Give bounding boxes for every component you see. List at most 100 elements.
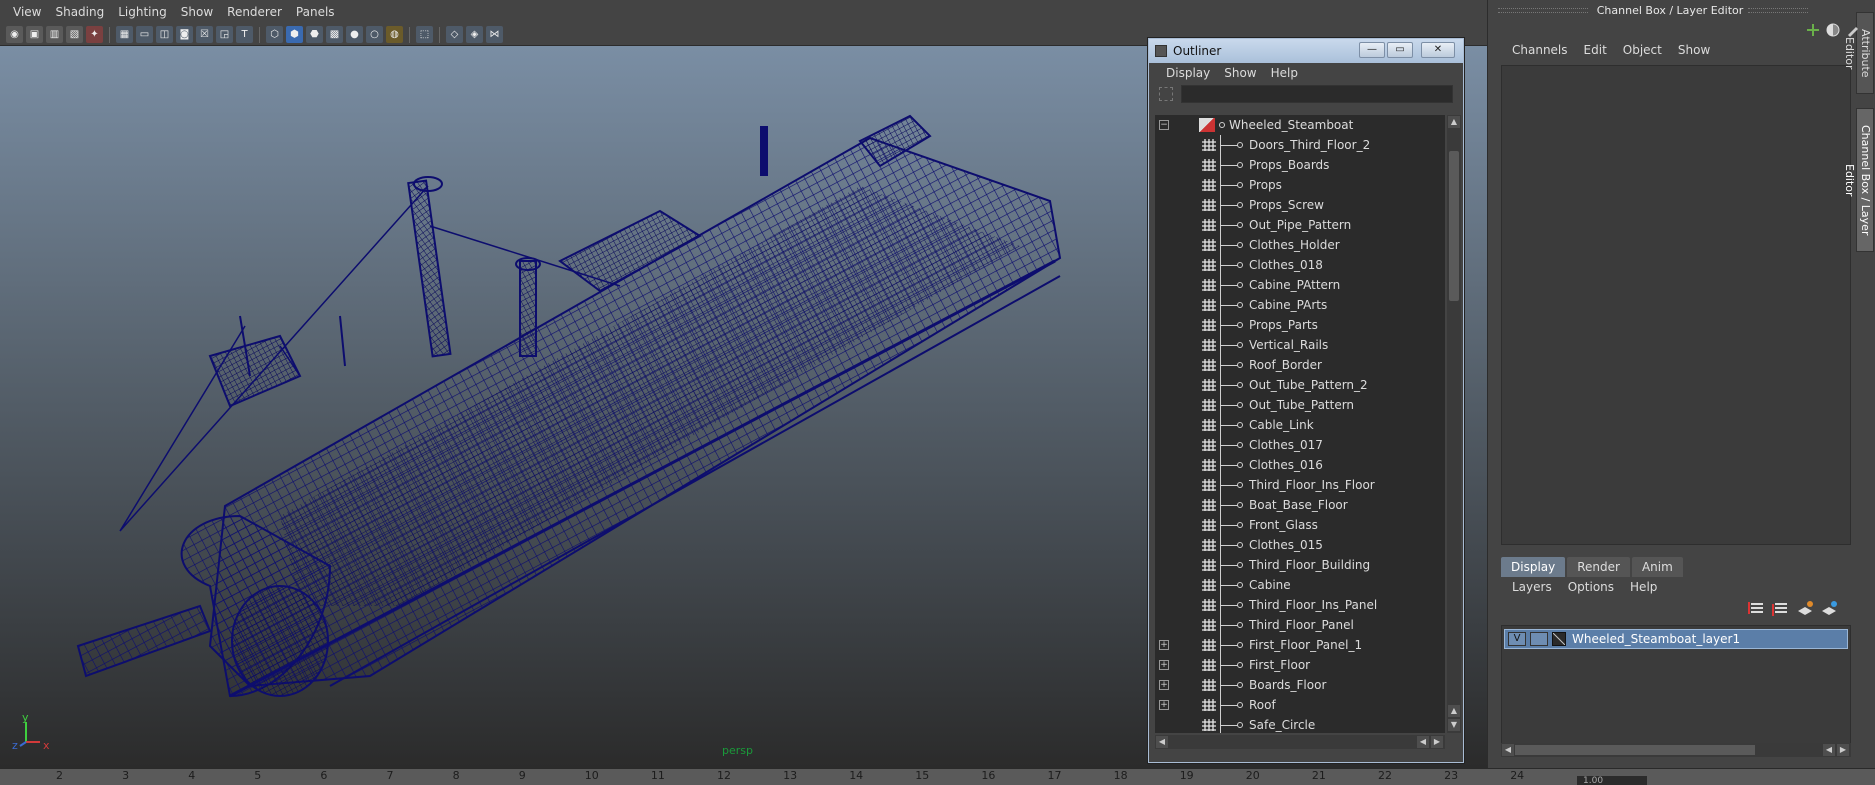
outliner-window[interactable]: Outliner — ▭ ✕ Display Show Help − Wheel…	[1148, 38, 1464, 763]
minimize-icon[interactable]: —	[1359, 42, 1385, 58]
use-all-lights-icon[interactable]: ●	[346, 26, 363, 43]
scroll-thumb[interactable]	[1449, 151, 1459, 301]
layer-color-swatch[interactable]	[1552, 632, 1566, 646]
film-gate-icon[interactable]: ▭	[136, 26, 153, 43]
outliner-row[interactable]: Clothes_Holder	[1155, 235, 1445, 255]
outliner-row[interactable]: Out_Tube_Pattern_2	[1155, 375, 1445, 395]
layer-row[interactable]: V Wheeled_Steamboat_layer1	[1504, 629, 1848, 649]
outliner-row[interactable]: Doors_Third_Floor_2	[1155, 135, 1445, 155]
expand-icon[interactable]: +	[1159, 660, 1169, 670]
wireframe-on-shaded-icon[interactable]: ⬣	[306, 26, 323, 43]
pick-tool-icon[interactable]	[1845, 22, 1861, 38]
menu-show[interactable]: Show	[174, 5, 220, 19]
outliner-row[interactable]: Front_Glass	[1155, 515, 1445, 535]
bookmarks-icon[interactable]: ▥	[46, 26, 63, 43]
channel-box-area[interactable]	[1501, 65, 1851, 545]
close-icon[interactable]: ✕	[1421, 42, 1455, 58]
select-camera-icon[interactable]: ◉	[6, 26, 23, 43]
dock-titlebar[interactable]: Channel Box / Layer Editor	[1488, 0, 1852, 22]
scroll-left-icon[interactable]: ◀	[1823, 744, 1835, 756]
tab-anim[interactable]: Anim	[1631, 557, 1683, 577]
outliner-row[interactable]: Third_Floor_Panel	[1155, 615, 1445, 635]
outliner-row[interactable]: Out_Pipe_Pattern	[1155, 215, 1445, 235]
outliner-tree[interactable]: − Wheeled_Steamboat Doors_Third_Floor_2 P…	[1155, 115, 1445, 733]
outliner-row[interactable]: + Boards_Floor	[1155, 675, 1445, 695]
field-chart-icon[interactable]: ☒	[196, 26, 213, 43]
textured-icon[interactable]: ▩	[326, 26, 343, 43]
outliner-row[interactable]: + Roof	[1155, 695, 1445, 715]
isolate-select-icon[interactable]: ⬚	[416, 26, 433, 43]
menu-layers[interactable]: Layers	[1504, 580, 1560, 594]
tab-display[interactable]: Display	[1501, 557, 1566, 577]
scroll-up-icon[interactable]: ▲	[1448, 705, 1460, 717]
contrast-icon[interactable]	[1825, 22, 1841, 38]
expand-icon[interactable]: +	[1159, 700, 1169, 710]
outliner-row[interactable]: Cabine_PArts	[1155, 295, 1445, 315]
expand-icon[interactable]: +	[1159, 640, 1169, 650]
two-d-pan-zoom-icon[interactable]: ✦	[86, 26, 103, 43]
outliner-menu-show[interactable]: Show	[1217, 66, 1263, 80]
outliner-row[interactable]: Props_Boards	[1155, 155, 1445, 175]
menu-help[interactable]: Help	[1622, 580, 1665, 594]
menu-edit[interactable]: Edit	[1576, 43, 1615, 57]
outliner-menu-help[interactable]: Help	[1264, 66, 1305, 80]
layer-horizontal-scrollbar[interactable]: ◀ ◀ ▶	[1501, 743, 1851, 757]
outliner-row[interactable]: Safe_Circle	[1155, 715, 1445, 733]
outliner-row[interactable]: Third_Floor_Building	[1155, 555, 1445, 575]
outliner-row[interactable]: Clothes_015	[1155, 535, 1445, 555]
outliner-horizontal-scrollbar[interactable]: ◀ ◀ ▶	[1155, 735, 1445, 749]
scroll-left-icon[interactable]: ◀	[1502, 744, 1514, 756]
move-layer-down-icon[interactable]	[1772, 600, 1790, 618]
outliner-row[interactable]: Props_Parts	[1155, 315, 1445, 335]
layer-visibility-toggle[interactable]: V	[1508, 632, 1526, 646]
outliner-row[interactable]: Vertical_Rails	[1155, 335, 1445, 355]
menu-panels[interactable]: Panels	[289, 5, 342, 19]
collapse-icon[interactable]: −	[1159, 120, 1169, 130]
menu-renderer[interactable]: Renderer	[220, 5, 289, 19]
outliner-row[interactable]: Cabine	[1155, 575, 1445, 595]
outliner-row[interactable]: Out_Tube_Pattern	[1155, 395, 1445, 415]
scroll-thumb[interactable]	[1515, 745, 1755, 755]
outliner-titlebar[interactable]: Outliner — ▭ ✕	[1149, 39, 1463, 63]
outliner-search-input[interactable]	[1181, 85, 1453, 103]
gate-mask-icon[interactable]: ◙	[176, 26, 193, 43]
default-light-icon[interactable]: ◍	[386, 26, 403, 43]
outliner-menu-display[interactable]: Display	[1159, 66, 1217, 80]
menu-lighting[interactable]: Lighting	[111, 5, 174, 19]
range-field[interactable]: 1.00	[1577, 776, 1647, 785]
new-layer-selected-icon[interactable]	[1820, 600, 1838, 618]
outliner-row[interactable]: Third_Floor_Ins_Floor	[1155, 475, 1445, 495]
scroll-up-icon[interactable]: ▲	[1448, 116, 1460, 128]
menu-object[interactable]: Object	[1615, 43, 1670, 57]
share-icon[interactable]: ⋈	[486, 26, 503, 43]
menu-shading[interactable]: Shading	[48, 5, 111, 19]
move-layer-up-icon[interactable]	[1748, 600, 1766, 618]
outliner-row[interactable]: Cable_Link	[1155, 415, 1445, 435]
maximize-icon[interactable]: ▭	[1387, 42, 1413, 58]
outliner-row[interactable]: + First_Floor_Panel_1	[1155, 635, 1445, 655]
scroll-right-icon[interactable]: ▶	[1431, 736, 1443, 748]
scroll-left-icon[interactable]: ◀	[1417, 736, 1429, 748]
xray-icon[interactable]: ◇	[446, 26, 463, 43]
tab-channel-box-layer-editor[interactable]: Channel Box / Layer Editor	[1843, 108, 1874, 252]
outliner-row[interactable]: Roof_Border	[1155, 355, 1445, 375]
outliner-root-row[interactable]: − Wheeled_Steamboat	[1155, 115, 1445, 135]
xray-joints-icon[interactable]: ◈	[466, 26, 483, 43]
shadows-icon[interactable]: ○	[366, 26, 383, 43]
tab-render[interactable]: Render	[1567, 557, 1630, 577]
layer-playback-toggle[interactable]	[1530, 632, 1548, 646]
wireframe-icon[interactable]: ⬡	[266, 26, 283, 43]
menu-channels[interactable]: Channels	[1504, 43, 1576, 57]
outliner-row[interactable]: Props_Screw	[1155, 195, 1445, 215]
grid-icon[interactable]: ▦	[116, 26, 133, 43]
outliner-row[interactable]: Clothes_018	[1155, 255, 1445, 275]
new-empty-layer-icon[interactable]	[1796, 600, 1814, 618]
outliner-row[interactable]: + First_Floor	[1155, 655, 1445, 675]
menu-show[interactable]: Show	[1670, 43, 1718, 57]
outliner-vertical-scrollbar[interactable]: ▲ ▲ ▼	[1447, 115, 1461, 733]
menu-options[interactable]: Options	[1560, 580, 1622, 594]
image-plane-icon[interactable]: ▧	[66, 26, 83, 43]
dock-grip[interactable]	[1498, 8, 1588, 13]
safe-action-icon[interactable]: ◲	[216, 26, 233, 43]
dock-grip[interactable]	[1748, 8, 1808, 13]
